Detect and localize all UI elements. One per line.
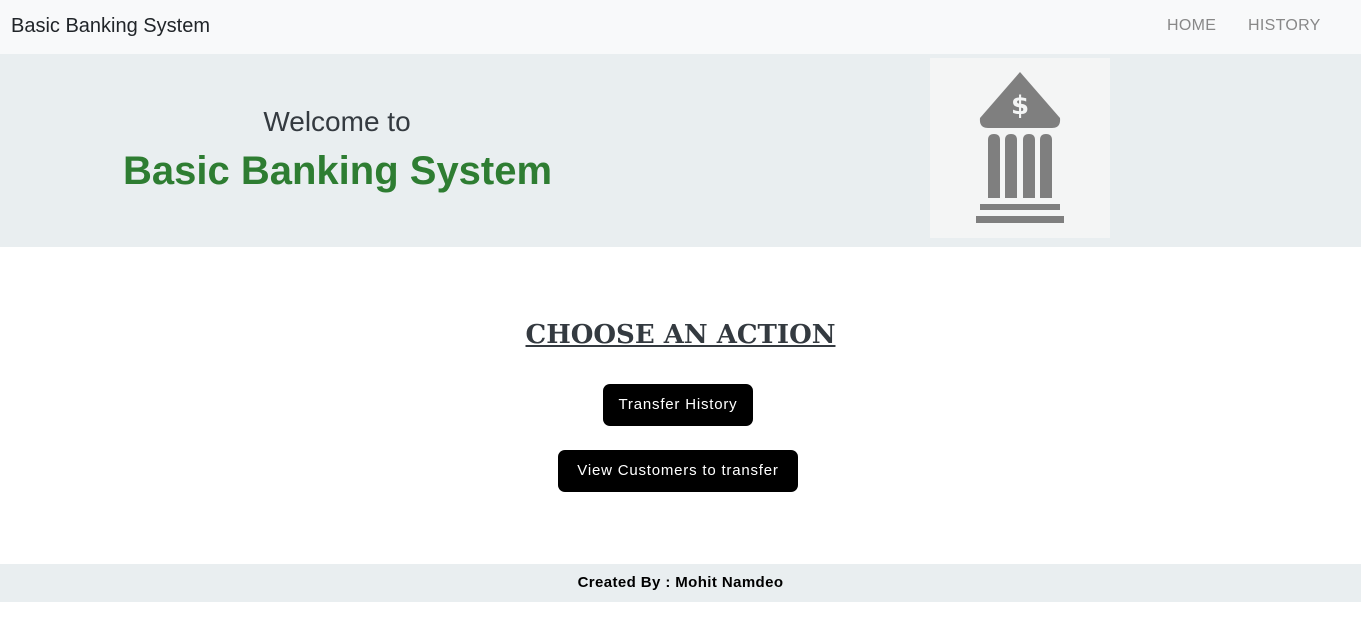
- bank-building-dollar-icon: $: [976, 72, 1064, 223]
- nav-link-history[interactable]: HISTORY: [1248, 16, 1321, 36]
- footer: Created By : Mohit Namdeo: [0, 564, 1361, 602]
- nav-link-home[interactable]: HOME: [1167, 16, 1216, 36]
- hero-banner: Welcome to Basic Banking System $: [0, 54, 1361, 247]
- welcome-text: Welcome to: [263, 106, 411, 137]
- footer-credit: Created By : Mohit Namdeo: [577, 574, 784, 591]
- transfer-history-button[interactable]: Transfer History: [603, 384, 753, 426]
- navbar-brand[interactable]: Basic Banking System: [11, 14, 210, 38]
- svg-text:$: $: [1011, 91, 1029, 121]
- choose-action-heading: CHOOSE AN ACTION: [525, 320, 836, 350]
- hero-title: Basic Banking System: [123, 149, 553, 193]
- bank-image: $: [930, 58, 1110, 238]
- view-customers-button[interactable]: View Customers to transfer: [558, 450, 798, 492]
- navbar: Basic Banking System HOME HISTORY: [0, 0, 1361, 54]
